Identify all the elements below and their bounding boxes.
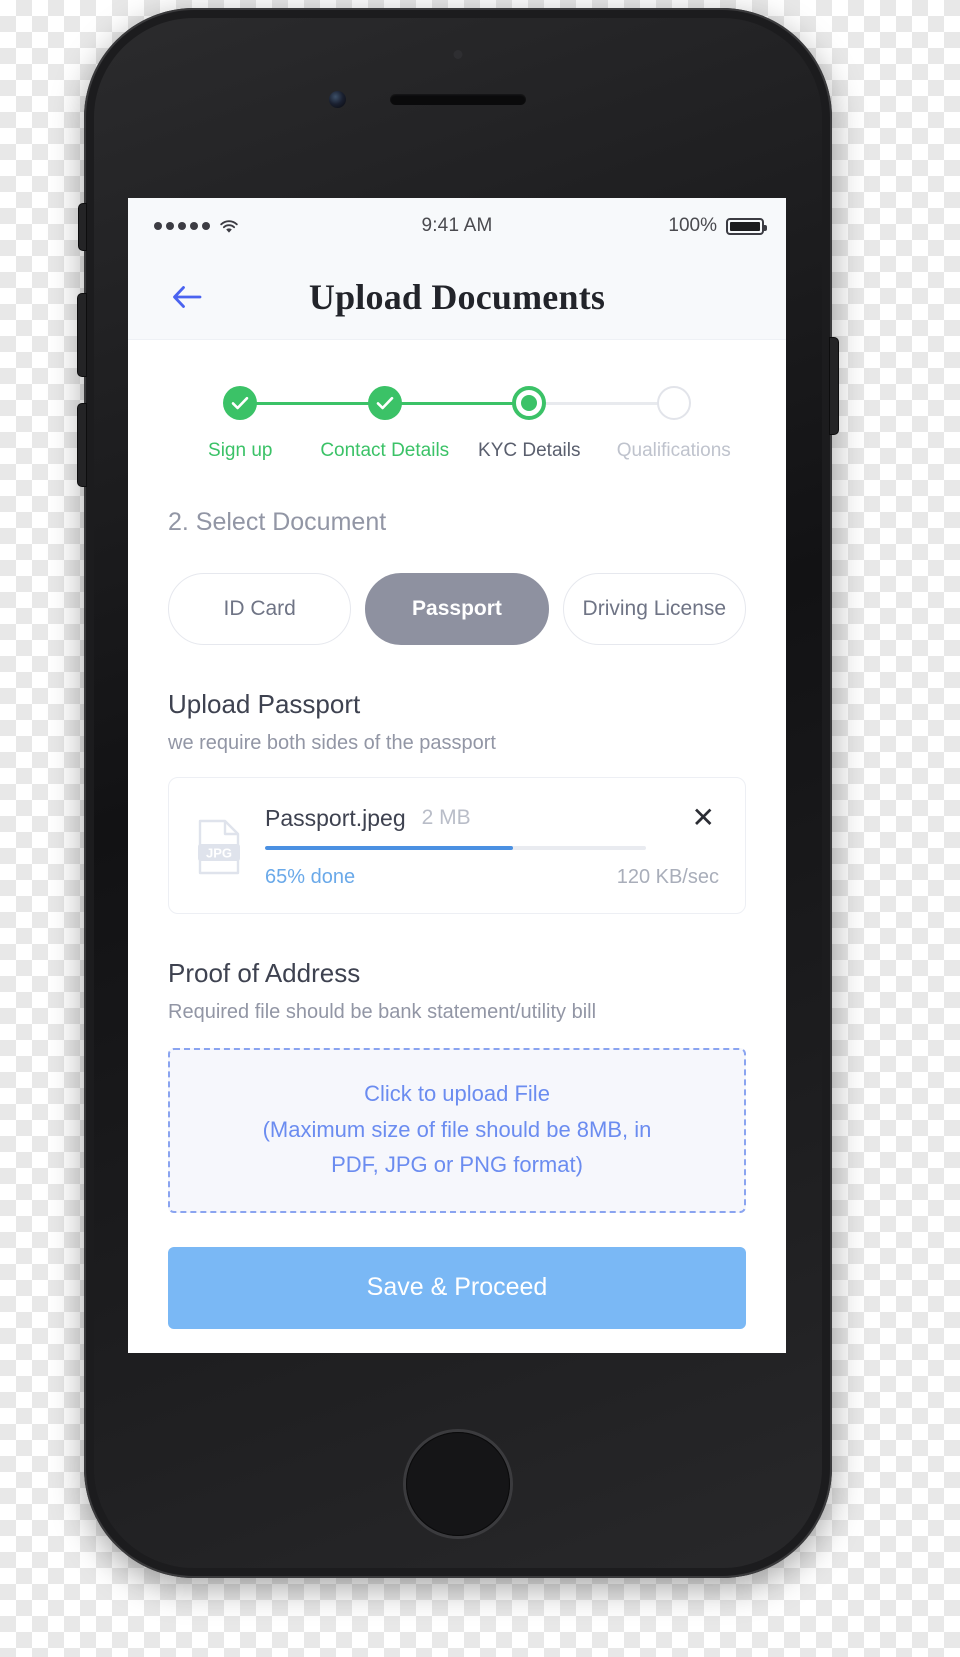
- close-icon[interactable]: ✕: [688, 804, 719, 832]
- status-bar: 9:41 AM 100%: [128, 198, 786, 254]
- chip-id-card-label: ID Card: [223, 597, 296, 620]
- proof-of-address-section: Proof of Address Required file should be…: [168, 958, 746, 1024]
- earpiece-speaker: [390, 94, 526, 105]
- phone-screen: 9:41 AM 100% Upload Documents Sign up Co…: [128, 198, 786, 1353]
- stepper-connector-2: [384, 402, 530, 405]
- save-and-proceed-label: Save & Proceed: [366, 1273, 548, 1302]
- wifi-icon: [219, 219, 239, 234]
- uploading-file-card: JPG Passport.jpeg 2 MB ✕ 65% done 120 KB…: [168, 777, 746, 914]
- document-type-chip-group: ID Card Passport Driving License: [168, 573, 746, 645]
- upload-passport-subtitle: we require both sides of the passport: [168, 732, 496, 754]
- svg-text:JPG: JPG: [206, 845, 232, 860]
- upload-progress-label: 65% done: [265, 866, 356, 888]
- power-button[interactable]: [830, 338, 838, 434]
- file-dropzone[interactable]: Click to upload File (Maximum size of fi…: [168, 1048, 746, 1213]
- page-title: Upload Documents: [308, 276, 606, 317]
- check-circle-icon: [367, 386, 402, 420]
- upload-progress-fill: [265, 846, 513, 850]
- upload-progress-bar: [265, 846, 647, 850]
- app-header: Upload Documents: [128, 254, 786, 340]
- select-document-section-title: 2. Select Document: [168, 508, 387, 536]
- signal-dots-icon: [154, 222, 210, 230]
- progress-stepper: Sign up Contact Details KYC Details Qual…: [128, 340, 786, 462]
- proximity-sensor-icon: [453, 50, 463, 59]
- chip-driving-license[interactable]: Driving License: [562, 573, 746, 645]
- battery-full-icon: [726, 217, 767, 235]
- silent-switch[interactable]: [79, 204, 86, 250]
- active-step-icon: [512, 386, 547, 420]
- check-circle-icon: [223, 386, 258, 420]
- save-and-proceed-button[interactable]: Save & Proceed: [168, 1246, 746, 1329]
- stepper-label-qualifications: Qualifications: [616, 440, 731, 461]
- file-name-label: Passport.jpeg: [265, 804, 406, 831]
- screenshot-stage: 9:41 AM 100% Upload Documents Sign up Co…: [0, 0, 960, 1657]
- screen-content: Sign up Contact Details KYC Details Qual…: [128, 340, 786, 1329]
- phone-device-frame: 9:41 AM 100% Upload Documents Sign up Co…: [78, 8, 838, 1578]
- stepper-label-contact-details: Contact Details: [320, 440, 450, 461]
- stepper-label-sign-up: Sign up: [208, 440, 273, 461]
- file-name-row: Passport.jpeg 2 MB ✕: [265, 804, 719, 832]
- stepper-step-sign-up[interactable]: Sign up: [168, 386, 313, 462]
- chip-driving-license-label: Driving License: [582, 597, 727, 620]
- status-bar-time: 9:41 AM: [421, 215, 493, 236]
- volume-down-button[interactable]: [78, 404, 86, 486]
- stepper-step-contact-details[interactable]: Contact Details: [313, 386, 458, 462]
- battery-percent-label: 100%: [668, 215, 717, 236]
- stepper-step-kyc-details[interactable]: KYC Details: [457, 386, 602, 462]
- empty-circle-icon: [656, 386, 691, 420]
- status-bar-right: 100%: [668, 215, 767, 237]
- file-size-label: 2 MB: [421, 806, 471, 829]
- upload-passport-title: Upload Passport: [168, 689, 361, 719]
- dropzone-line-3: PDF, JPG or PNG format): [331, 1152, 583, 1178]
- jpg-file-icon: JPG: [195, 818, 243, 876]
- chip-id-card[interactable]: ID Card: [168, 573, 352, 645]
- back-arrow-icon[interactable]: [170, 280, 204, 314]
- file-details: Passport.jpeg 2 MB ✕ 65% done 120 KB/sec: [265, 804, 719, 889]
- home-button[interactable]: [406, 1432, 510, 1536]
- dropzone-line-2: (Maximum size of file should be 8MB, in: [262, 1116, 652, 1142]
- front-camera-icon: [329, 91, 346, 108]
- status-bar-left: [154, 219, 239, 234]
- stepper-step-qualifications[interactable]: Qualifications: [602, 386, 747, 462]
- upload-passport-section: Upload Passport we require both sides of…: [168, 689, 746, 755]
- stepper-label-kyc-details: KYC Details: [478, 440, 581, 461]
- chip-passport-label: Passport: [412, 597, 502, 620]
- dropzone-line-1: Click to upload File: [364, 1081, 550, 1106]
- volume-up-button[interactable]: [78, 294, 86, 376]
- stepper-connector-3: [529, 402, 674, 405]
- proof-of-address-subtitle: Required file should be bank statement/u…: [168, 1001, 597, 1023]
- chip-passport[interactable]: Passport: [365, 573, 549, 645]
- proof-of-address-title: Proof of Address: [168, 958, 361, 988]
- upload-speed-label: 120 KB/sec: [616, 866, 719, 888]
- upload-status-row: 65% done 120 KB/sec: [265, 866, 719, 889]
- stepper-connector-1: [240, 402, 385, 405]
